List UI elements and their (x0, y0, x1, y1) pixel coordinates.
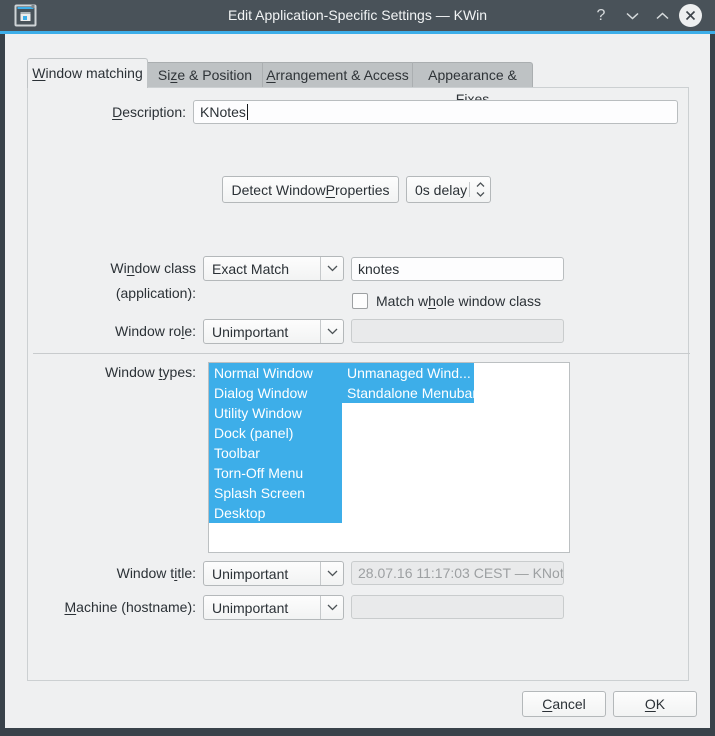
tab-appearance-fixes[interactable]: Appearance & Fixes (412, 62, 533, 87)
cancel-button[interactable]: Cancel (522, 691, 606, 717)
tab-window-matching[interactable]: Window matching (27, 58, 148, 88)
window-role-match-combo[interactable]: Unimportant (203, 319, 344, 344)
maximize-icon[interactable] (650, 0, 674, 31)
window-class-input[interactable]: knotes (351, 257, 564, 281)
spinbox-arrows[interactable] (469, 182, 490, 197)
window-title-match-value: Unimportant (204, 566, 320, 582)
window-title-label: Window title: (33, 561, 196, 586)
machine-match-combo[interactable]: Unimportant (203, 595, 344, 620)
description-label: Description: (33, 100, 186, 124)
window-type-item[interactable]: Desktop (209, 503, 342, 523)
tab-arrangement-access[interactable]: Arrangement & Access (262, 62, 412, 87)
close-button[interactable] (676, 0, 704, 31)
window-type-item[interactable]: Dialog Window (209, 383, 342, 403)
ok-button[interactable]: OK (613, 691, 697, 717)
titlebar[interactable]: Edit Application-Specific Settings — KWi… (0, 0, 715, 31)
delay-spinbox[interactable]: 0s delay (406, 176, 491, 203)
window-class-label: Window class (application): (33, 256, 196, 281)
close-icon (679, 4, 702, 27)
window-class-value: knotes (358, 261, 399, 277)
chevron-down-icon (320, 257, 343, 280)
kwin-rules-dialog: Edit Application-Specific Settings — KWi… (0, 0, 715, 736)
window-type-item[interactable]: Utility Window (209, 403, 342, 423)
window-class-match-combo[interactable]: Exact Match (203, 256, 344, 281)
match-whole-window-class-checkbox[interactable] (352, 293, 368, 309)
spin-up-icon (476, 182, 485, 188)
window-title-input: 28.07.16 11:17:03 CEST — KNotes (351, 561, 564, 585)
text-caret (247, 104, 248, 120)
window-title-match-combo[interactable]: Unimportant (203, 561, 344, 586)
description-value: KNotes (200, 104, 246, 120)
section-separator (33, 353, 690, 354)
dialog-content: Window matching Size & Position Arrangem… (5, 34, 710, 728)
window-types-column-2: Unmanaged Wind... Standalone Menubar (342, 363, 474, 403)
window-type-item[interactable]: Normal Window (209, 363, 342, 383)
window-type-item[interactable]: Dock (panel) (209, 423, 342, 443)
window-type-item[interactable]: Toolbar (209, 443, 342, 463)
delay-value: 0s delay (407, 182, 469, 198)
window-type-item[interactable]: Unmanaged Wind... (342, 363, 474, 383)
window-type-item[interactable]: Splash Screen (209, 483, 342, 503)
chevron-down-icon (320, 320, 343, 343)
window-types-label: Window types: (33, 362, 196, 382)
window-type-item[interactable]: Torn-Off Menu (209, 463, 342, 483)
window-types-column-1: Normal Window Dialog Window Utility Wind… (209, 363, 342, 523)
spin-down-icon (476, 191, 485, 197)
minimize-icon[interactable] (620, 0, 644, 31)
window-role-label: Window role: (33, 319, 196, 344)
chevron-down-icon (320, 562, 343, 585)
match-whole-window-class-label[interactable]: Match whole window class (376, 290, 541, 312)
window-title-value: 28.07.16 11:17:03 CEST — KNotes (358, 565, 564, 581)
window-role-input (351, 319, 564, 343)
tab-size-position[interactable]: Size & Position (148, 62, 262, 87)
tab-bar: Size & Position Arrangement & Access App… (148, 62, 533, 87)
window-class-match-value: Exact Match (204, 261, 320, 277)
detect-window-properties-button[interactable]: Detect Window Properties (222, 176, 399, 203)
window-types-list[interactable]: Normal Window Dialog Window Utility Wind… (208, 362, 570, 553)
machine-match-value: Unimportant (204, 600, 320, 616)
chevron-down-icon (320, 596, 343, 619)
help-button[interactable]: ? (590, 0, 612, 31)
machine-hostname-label: Machine (hostname): (33, 595, 196, 620)
window-type-item[interactable]: Standalone Menubar (342, 383, 474, 403)
description-input[interactable]: KNotes (193, 100, 678, 124)
window-role-match-value: Unimportant (204, 324, 320, 340)
machine-input (351, 595, 564, 619)
